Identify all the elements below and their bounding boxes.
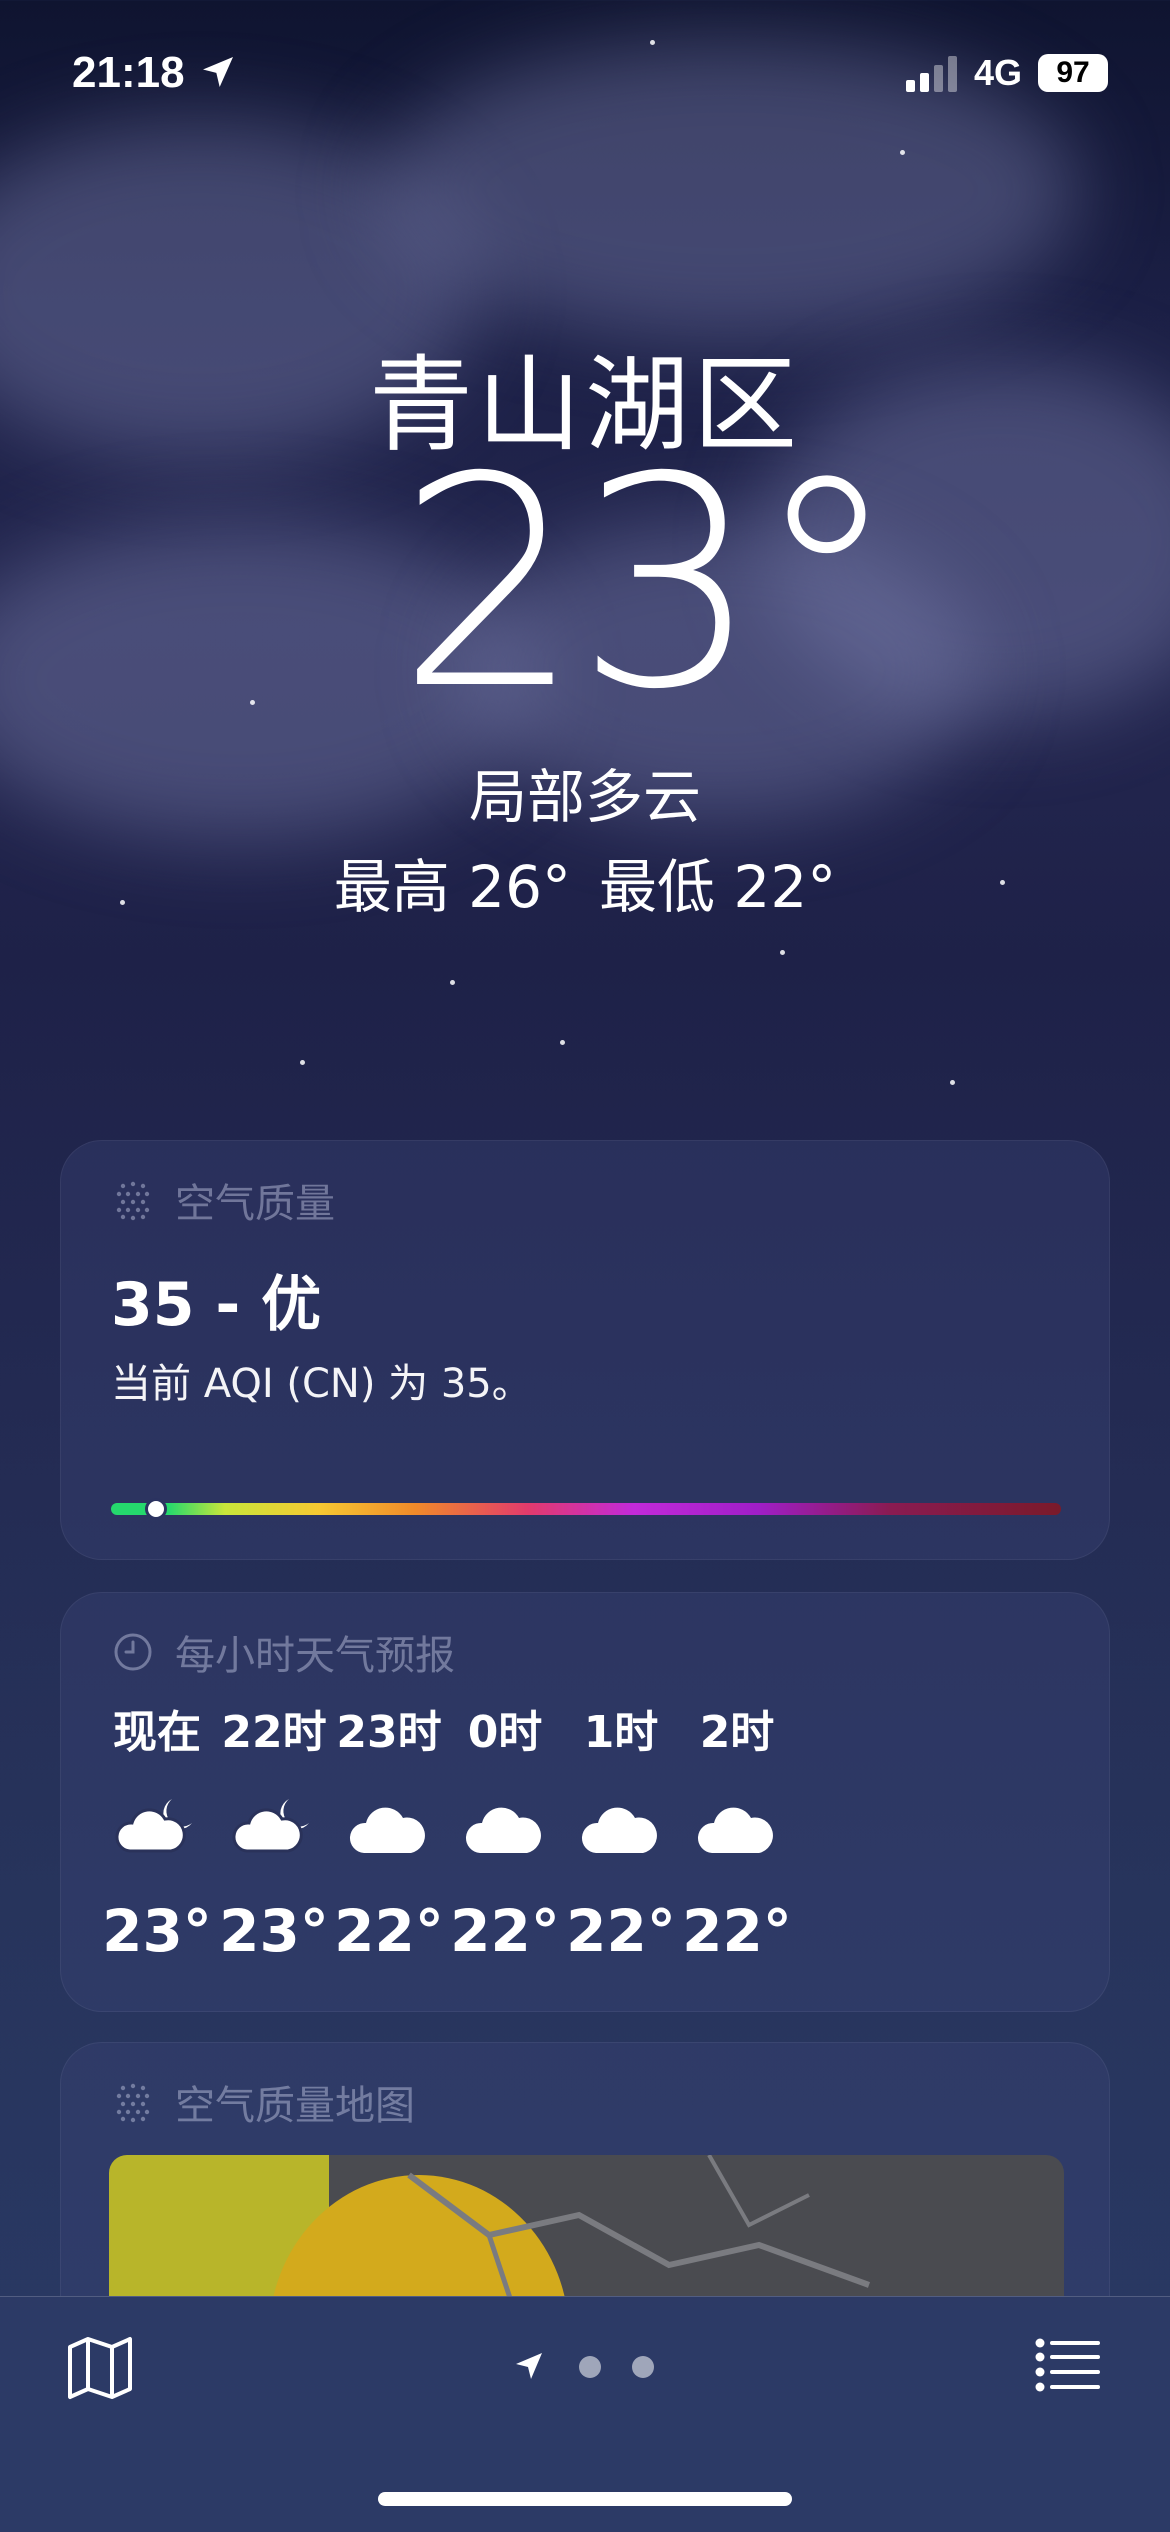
aqi-scale-bar xyxy=(111,1503,1061,1515)
page-indicator[interactable] xyxy=(510,2347,660,2387)
hourly-title: 每小时天气预报 xyxy=(175,1633,455,1679)
hourly-list[interactable]: 现在 23° 22时 23° 23时 22° 0时 22° 1时 22° 2时 22° xyxy=(61,1703,1109,1983)
hour-temp: 22° xyxy=(682,1897,792,1965)
status-time: 21:18 xyxy=(72,48,185,97)
low-temp: 最低 22° xyxy=(599,853,837,921)
cloud-icon xyxy=(692,1793,782,1863)
hourly-forecast-card[interactable]: 每小时天气预报 现在 23° 22时 23° 23时 22° 0时 22° 1时 22° 2时 22° xyxy=(60,1592,1110,2012)
hourly-item: 2时 22° xyxy=(657,1703,817,1965)
aqi-description: 当前 AQI (CN) 为 35。 xyxy=(111,1361,532,1407)
cloud-icon xyxy=(460,1793,550,1863)
weather-condition: 局部多云 xyxy=(468,763,701,831)
home-indicator[interactable] xyxy=(378,2492,792,2506)
partly-cloudy-night-icon xyxy=(112,1793,202,1863)
card-header: 空气质量 xyxy=(111,1175,335,1227)
air-quality-title: 空气质量 xyxy=(175,1181,335,1227)
current-temperature: 23° xyxy=(396,416,899,753)
location-arrow-icon xyxy=(203,57,233,87)
battery-icon: 97 xyxy=(1038,54,1108,92)
list-icon[interactable] xyxy=(1034,2337,1102,2393)
air-quality-icon xyxy=(116,1181,150,1221)
high-temp: 最高 26° xyxy=(333,853,571,921)
network-type: 4G xyxy=(974,52,1023,93)
cloud-icon xyxy=(576,1793,666,1863)
aqi-value: 35 - 优 xyxy=(111,1270,322,1340)
map-title: 空气质量地图 xyxy=(175,2083,415,2129)
card-header: 空气质量地图 xyxy=(111,2077,415,2129)
hour-label: 2时 xyxy=(699,1707,775,1758)
partly-cloudy-night-icon xyxy=(229,1793,319,1863)
air-quality-icon xyxy=(116,2083,150,2123)
cloud-icon xyxy=(344,1793,434,1863)
page-dot-icon xyxy=(579,2356,601,2378)
page-dot-icon xyxy=(632,2356,654,2378)
card-header: 每小时天气预报 xyxy=(111,1627,455,1679)
cellular-signal-icon xyxy=(906,56,957,92)
aqi-indicator-dot xyxy=(144,1498,167,1520)
status-bar: 21:18 4G 97 xyxy=(0,0,1170,140)
air-quality-card[interactable]: 空气质量 35 - 优 当前 AQI (CN) 为 35。 xyxy=(60,1140,1110,1560)
high-low: 最高 26° 最低 22° xyxy=(0,840,1170,924)
map-icon[interactable] xyxy=(64,2331,136,2403)
location-arrow-icon xyxy=(516,2353,542,2379)
clock-icon xyxy=(114,1633,152,1671)
